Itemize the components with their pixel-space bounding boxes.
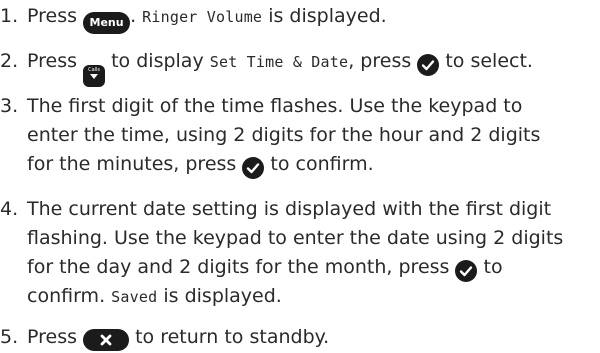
step-line: Press Menu. Ringer Volume is displayed. [27, 2, 593, 34]
text: to [483, 256, 503, 278]
end-x-key-icon [83, 329, 130, 351]
step-text: Press Menu. Ringer Volume is displayed. [27, 2, 593, 34]
step-number: 1. [0, 5, 19, 27]
checkmark-ok-key-icon [455, 260, 478, 282]
step-line: enter the time, using 2 digits for the h… [27, 124, 541, 146]
text: to select. [445, 50, 533, 72]
checkmark-ok-key-icon [242, 157, 265, 179]
step-line: flashing. Use the keypad to enter the da… [27, 227, 564, 249]
step-line: for the minutes, press to confirm. [27, 150, 593, 179]
step-line: The first digit of the time flashes. Use… [27, 95, 523, 117]
text: confirm. [27, 285, 106, 307]
lcd-text: Saved [111, 288, 158, 306]
step-line: Press Calls to display Set Time & Date, … [27, 47, 593, 87]
text: to confirm. [270, 153, 374, 175]
text: is displayed. [163, 285, 282, 307]
text: for the minutes, press [27, 153, 237, 175]
calls-down-key-icon: Calls [83, 65, 106, 87]
menu-key-label: Menu [89, 16, 124, 29]
text: is displayed. [268, 5, 387, 27]
step-number: 4. [0, 198, 19, 220]
text: Press [27, 326, 78, 348]
step-line: The current date setting is displayed wi… [27, 198, 552, 220]
text: . [130, 5, 137, 27]
text: to return to standby. [135, 326, 330, 348]
step-line: confirm. Saved is displayed. [27, 282, 593, 312]
lcd-text: Set Time & Date [209, 53, 349, 71]
text: , press [348, 50, 412, 72]
step-text: Press to return to standby. [27, 323, 593, 352]
step-line: for the day and 2 digits for the month, … [27, 253, 593, 282]
step-number: 2. [0, 50, 19, 72]
text: to display [111, 50, 204, 72]
text: Press [27, 50, 78, 72]
checkmark-ok-key-icon [417, 54, 440, 76]
step-line: Press to return to standby. [27, 323, 593, 352]
step-number: 3. [0, 95, 19, 117]
step-text: The current date setting is displayed wi… [27, 195, 593, 312]
text: Press [27, 5, 78, 27]
step-text: The first digit of the time flashes. Use… [27, 92, 593, 179]
step-number: 5. [0, 326, 19, 348]
menu-key-icon: Menu [83, 11, 131, 34]
lcd-text: Ringer Volume [142, 8, 263, 26]
down-arrow-icon [90, 74, 99, 79]
step-text: Press Calls to display Set Time & Date, … [27, 47, 593, 87]
text: for the day and 2 digits for the month, … [27, 256, 450, 278]
